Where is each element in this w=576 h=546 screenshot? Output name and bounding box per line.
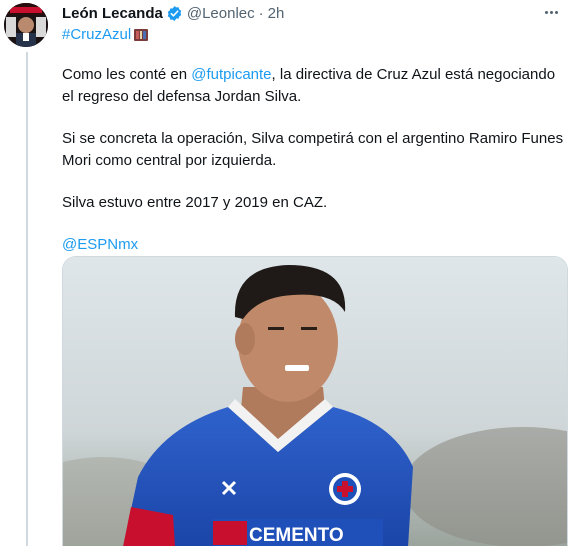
jersey-sponsor-text: CEMENTO: [249, 525, 344, 546]
avatar[interactable]: [4, 3, 48, 47]
more-options-button[interactable]: [540, 2, 562, 22]
player-photo-icon: CEMENTO: [63, 257, 567, 546]
tweet-media-photo[interactable]: CEMENTO: [62, 256, 568, 546]
timestamp[interactable]: 2h: [268, 5, 285, 22]
paragraph-4: @ESPNmx: [62, 234, 568, 256]
mention-futpicante-link[interactable]: @futpicante: [191, 66, 271, 83]
tweet-text: Como les conté en @futpicante, la direct…: [62, 64, 568, 256]
hashtag-emoji-icon: [133, 28, 149, 42]
more-dot-icon: [554, 10, 558, 14]
verified-badge-icon: [166, 5, 183, 22]
handle[interactable]: @Leonlec: [187, 5, 255, 22]
paragraph-1: Como les conté en @futpicante, la direct…: [62, 64, 568, 108]
hashtag-link[interactable]: #CruzAzul: [62, 26, 131, 43]
avatar-photo-icon: [4, 3, 48, 47]
paragraph-2: Si se concreta la operación, Silva compe…: [62, 130, 564, 169]
tweet[interactable]: León Lecanda @Leonlec · 2h #CruzAzul Com…: [0, 0, 576, 546]
paragraph-3: Silva estuvo entre 2017 y 2019 en CAZ.: [62, 194, 328, 211]
display-name[interactable]: León Lecanda: [62, 5, 163, 22]
thread-line: [26, 52, 28, 546]
more-dot-icon: [544, 10, 548, 14]
more-dot-icon: [549, 10, 553, 14]
separator-dot: ·: [258, 4, 264, 22]
text-segment: Como les conté en: [62, 66, 192, 83]
tweet-header: León Lecanda @Leonlec · 2h: [62, 3, 284, 23]
hashtag-line: #CruzAzul: [62, 26, 149, 43]
mention-espnmx-link[interactable]: @ESPNmx: [62, 236, 138, 253]
